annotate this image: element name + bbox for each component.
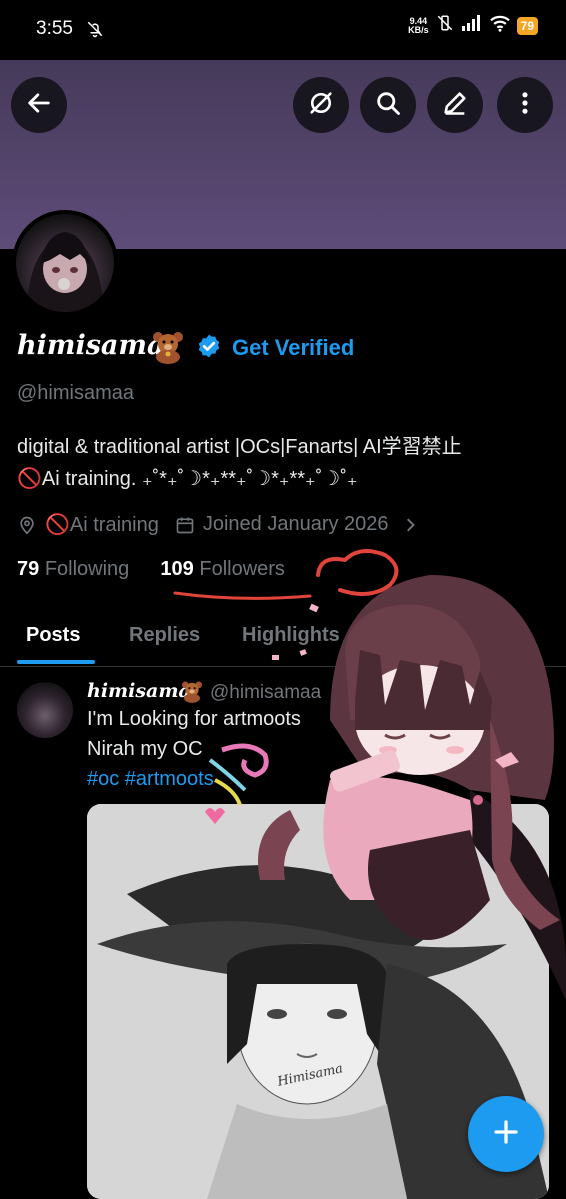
- teddy-bear-icon: [150, 330, 186, 369]
- profile-meta: 🚫Ai training Joined January 2026: [17, 512, 419, 537]
- teddy-bear-icon: [180, 680, 204, 708]
- more-vertical-icon: [511, 89, 539, 122]
- tab-posts[interactable]: Posts: [26, 624, 80, 647]
- profile-handle: @himisamaa: [17, 382, 135, 404]
- post-author-handle: @himisamaa: [210, 682, 322, 703]
- calendar-icon: [175, 515, 195, 535]
- post-author-name: himisama: [87, 680, 191, 702]
- active-tab-indicator: [17, 660, 95, 664]
- status-time: 3:55: [36, 18, 73, 39]
- get-verified-link[interactable]: Get Verified: [232, 335, 354, 361]
- more-options-button[interactable]: [497, 77, 553, 133]
- status-bar: 3:55 9.44 KB/s 79: [0, 0, 566, 60]
- bio-line-2: 🚫Ai training. ₊˚*₊˚☽*₊**₊˚☽*₊**₊˚☽˚₊: [17, 468, 358, 490]
- battery-indicator: 79: [516, 16, 538, 35]
- plus-icon: [491, 1117, 521, 1152]
- edit-icon: [441, 89, 469, 122]
- following-link[interactable]: 79 Following: [17, 558, 129, 580]
- signal-icon: [461, 14, 483, 37]
- tab-replies[interactable]: Replies: [129, 624, 200, 647]
- followers-link[interactable]: 109 Followers: [160, 558, 285, 580]
- location-icon: [17, 515, 37, 535]
- bell-off-icon: [86, 20, 104, 43]
- follow-counts: 79 Following 109 Followers: [17, 558, 285, 581]
- edit-profile-button[interactable]: [427, 77, 483, 133]
- tab-media[interactable]: Media: [384, 624, 441, 647]
- post-text-line-1: I'm Looking for artmoots: [87, 708, 301, 730]
- tab-highlights[interactable]: Highlights: [242, 624, 340, 647]
- grok-icon: [307, 89, 335, 122]
- avatar-image: [16, 214, 114, 312]
- post-hashtags[interactable]: #oc #artmoots: [87, 768, 214, 791]
- profile-avatar[interactable]: [12, 210, 118, 316]
- wifi-icon: [489, 14, 511, 37]
- post-avatar[interactable]: [17, 682, 73, 738]
- bio-line-1: digital & traditional artist |OCs|Fanart…: [17, 436, 462, 458]
- vibrate-mute-icon: [435, 14, 455, 37]
- profile-location: 🚫Ai training: [45, 514, 159, 536]
- net-speed: 9.44 KB/s: [408, 15, 429, 35]
- profile-name: himisama: [17, 330, 165, 361]
- search-icon: [374, 89, 402, 122]
- chevron-right-icon[interactable]: [403, 515, 419, 535]
- back-arrow-icon: [25, 89, 53, 122]
- verified-badge-icon: [196, 333, 222, 364]
- grok-button[interactable]: [293, 77, 349, 133]
- compose-post-button[interactable]: [468, 1096, 544, 1172]
- back-button[interactable]: [11, 77, 67, 133]
- search-button[interactable]: [360, 77, 416, 133]
- post-text-line-2: Nirah my OC: [87, 738, 203, 760]
- profile-joined: Joined January 2026: [202, 513, 389, 535]
